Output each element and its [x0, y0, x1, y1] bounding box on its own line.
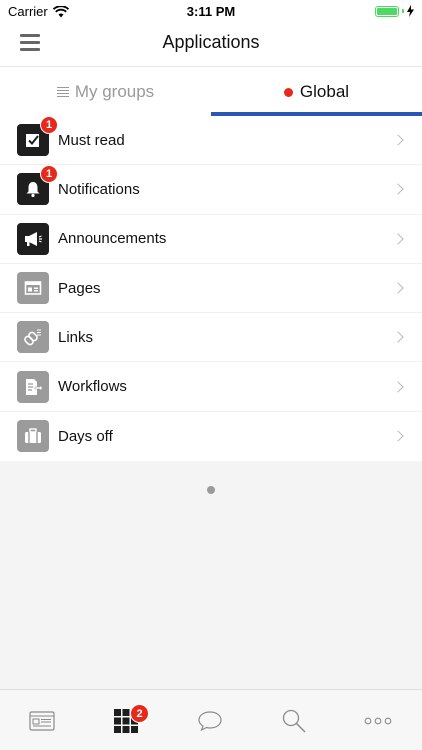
app-row-announcements[interactable]: Announcements [0, 215, 422, 264]
app-row-links[interactable]: Links [0, 313, 422, 363]
chevron-right-icon [392, 183, 404, 196]
chat-bubble-icon [198, 710, 222, 731]
must-read-badge: 1 [40, 116, 58, 135]
app-label-announcements: Announcements [58, 230, 167, 248]
tabbar-search[interactable] [252, 690, 336, 750]
red-dot-icon [283, 87, 293, 97]
battery-tip [402, 9, 404, 13]
tab-my-groups-label: My groups [74, 82, 155, 101]
bottom-tab-bar: 2 [0, 689, 422, 750]
notifications-badge: 1 [40, 165, 58, 184]
app-label-pages: Pages [58, 279, 101, 297]
chevron-right-icon [392, 380, 404, 393]
applications-list: 1 Must read 1 Notifications Announcement… [0, 116, 422, 462]
status-bar: Carrier 3:11 PM [0, 0, 422, 22]
bell-icon: 1 [17, 165, 58, 206]
app-label-must-read: Must read [58, 131, 125, 149]
app-label-workflows: Workflows [58, 378, 127, 396]
link-icon [17, 321, 49, 354]
status-right [375, 5, 414, 17]
app-row-workflows[interactable]: Workflows [0, 362, 422, 412]
checkbox-icon: 1 [17, 116, 58, 157]
app-row-must-read[interactable]: 1 Must read [0, 116, 422, 166]
app-row-notifications[interactable]: 1 Notifications [0, 165, 422, 215]
charging-bolt-icon [407, 5, 414, 17]
more-icon [364, 717, 392, 724]
page-indicator-dot [207, 486, 215, 494]
tabbar-newsfeed[interactable] [0, 690, 84, 750]
chevron-right-icon [392, 134, 404, 146]
status-time: 3:11 PM [186, 4, 236, 19]
page-layout-icon [17, 272, 49, 305]
tab-my-groups[interactable]: My groups [0, 67, 211, 117]
tabbar-more[interactable] [336, 690, 420, 750]
app-row-days-off[interactable]: Days off [0, 412, 422, 461]
segment-tabs: My groups Global [0, 66, 422, 117]
tab-global-label: Global [299, 82, 350, 101]
battery-icon [375, 5, 399, 17]
app-label-notifications: Notifications [58, 180, 140, 198]
tab-global[interactable]: Global [211, 67, 422, 117]
app-label-days-off: Days off [58, 427, 113, 445]
apps-tab-badge: 2 [130, 704, 149, 723]
chevron-right-icon [392, 233, 404, 245]
suitcase-icon [17, 420, 49, 453]
tabbar-apps[interactable]: 2 [84, 690, 168, 750]
tabbar-chat[interactable] [168, 690, 252, 750]
chevron-right-icon [392, 282, 404, 294]
page-title: Applications [162, 32, 260, 52]
megaphone-icon [17, 222, 49, 255]
navigation-header: Applications [0, 22, 422, 66]
app-label-links: Links [58, 328, 94, 346]
chevron-right-icon [392, 331, 404, 343]
newsfeed-icon [29, 710, 55, 731]
app-row-pages[interactable]: Pages [0, 264, 422, 314]
list-lines-icon [56, 86, 69, 98]
search-icon [282, 709, 306, 733]
workflow-document-icon [17, 370, 49, 403]
chevron-right-icon [392, 430, 404, 443]
